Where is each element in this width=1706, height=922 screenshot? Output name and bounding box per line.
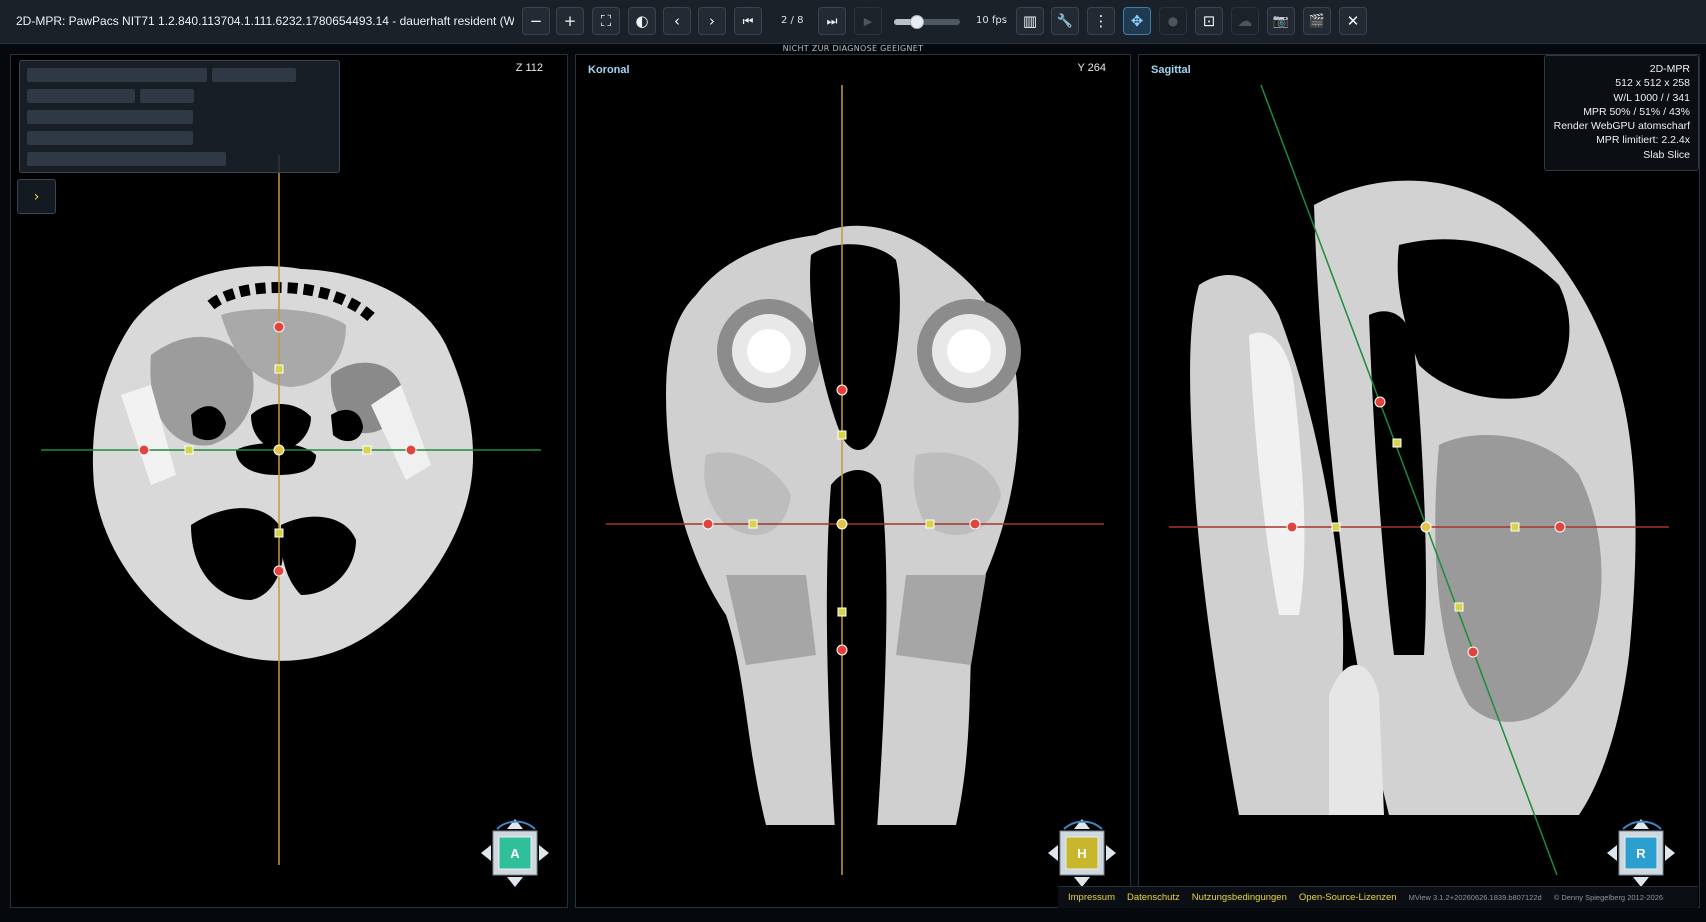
overlay-window-level: W/L 1000 / / 341	[1613, 91, 1690, 104]
orientation-cube-axial[interactable]: A	[477, 815, 553, 891]
toolbar: 2D-MPR: PawPacs NIT71 1.2.840.113704.1.1…	[0, 0, 1706, 44]
play-icon: ▶	[863, 14, 873, 28]
loading-skeleton	[27, 89, 135, 103]
orientation-arrow-up	[1074, 819, 1090, 829]
orientation-arrow-left	[1607, 845, 1617, 861]
viewport-coronal[interactable]: Koronal Y 264 H	[575, 54, 1131, 908]
chevron-left-icon: ‹	[674, 12, 680, 30]
orientation-arrow-up	[507, 819, 523, 829]
viewport-sagittal[interactable]: Sagittal 2D-MPR 512 x 512 x 258 W/L 1000…	[1138, 54, 1700, 908]
version-label: MView 3.1.2+20260626.1839.b807122d	[1408, 893, 1542, 902]
overlay-mpr-limit: MPR limitiert: 2.2.4x	[1596, 134, 1690, 147]
licenses-link[interactable]: Open-Source-Lizenzen	[1299, 892, 1397, 903]
overlay-mpr-percent: MPR 50% / 51% / 43%	[1583, 105, 1690, 118]
contrast-icon: ◐	[635, 12, 649, 30]
viewport-label: Koronal	[588, 64, 630, 76]
video-export-button[interactable]: 🎬	[1303, 7, 1331, 35]
orientation-letter: R	[1636, 846, 1646, 861]
diagnosis-disclaimer: NICHT ZUR DIAGNOSE GEEIGNET	[782, 44, 924, 53]
screenshot-button[interactable]: 📷	[1267, 7, 1295, 35]
skip-first-icon: ⏮	[742, 13, 754, 28]
colormap-button[interactable]: ●	[1159, 7, 1187, 35]
move-icon: ✥	[1130, 12, 1144, 30]
orientation-cube-sagittal[interactable]: R	[1603, 815, 1679, 891]
orientation-arrow-up	[1633, 819, 1649, 829]
wrench-icon: 🔧	[1056, 13, 1074, 29]
nutzungsbedingungen-link[interactable]: Nutzungsbedingungen	[1192, 892, 1287, 903]
render-info-overlay: 2D-MPR 512 x 512 x 258 W/L 1000 / / 341 …	[1544, 55, 1699, 171]
more-button[interactable]: ⋮	[1087, 7, 1115, 35]
overlay-dimensions: 512 x 512 x 258	[1615, 77, 1690, 90]
slice-coordinate: Y 264	[1077, 62, 1106, 74]
next-frame-button[interactable]: ›	[698, 7, 726, 35]
fit-view-button[interactable]: ⛶	[592, 7, 620, 35]
overlay-mode: 2D-MPR	[1649, 63, 1690, 75]
zoom-out-button[interactable]: −	[522, 7, 550, 35]
fit-screen-icon: ⛶	[600, 12, 612, 30]
window-title: 2D-MPR: PawPacs NIT71 1.2.840.113704.1.1…	[16, 14, 514, 28]
viewport-label: Sagittal	[1151, 64, 1191, 76]
overlay-render: Render WebGPU atomscharf	[1553, 120, 1690, 133]
cloud-button[interactable]: ☁	[1231, 7, 1259, 35]
camera-icon: 📷	[1272, 13, 1290, 29]
viewport-axial[interactable]: Z 112 › A	[10, 54, 568, 908]
loading-skeleton	[27, 68, 207, 82]
study-info-panel	[19, 60, 340, 173]
close-button[interactable]: ✕	[1339, 7, 1367, 35]
speed-slider[interactable]	[894, 15, 960, 29]
cloud-icon: ☁	[1237, 12, 1253, 30]
play-button[interactable]: ▶	[854, 7, 882, 35]
last-frame-button[interactable]: ⏭	[818, 7, 846, 35]
coronal-image	[606, 85, 1104, 875]
copyright-label: © Denny Spiegelberg 2012-2026	[1553, 893, 1664, 902]
slice-coordinate: Z 112	[515, 62, 543, 74]
loading-skeleton	[140, 89, 194, 103]
orientation-arrow-right	[1665, 845, 1675, 861]
speed-slider-thumb[interactable]	[910, 15, 925, 29]
axial-image	[41, 155, 541, 865]
palette-icon: ●	[1167, 14, 1179, 28]
loading-skeleton	[212, 68, 296, 82]
clapperboard-icon: 🎬	[1308, 13, 1326, 29]
sagittal-image	[1169, 84, 1669, 876]
orientation-arrow-right	[1106, 845, 1116, 861]
more-vertical-icon: ⋮	[1093, 12, 1109, 30]
fps-label: 10 fps	[976, 15, 1007, 26]
region-capture-button[interactable]: ⊡	[1195, 7, 1223, 35]
orientation-letter: A	[510, 846, 520, 861]
footer: Impressum Datenschutz Nutzungsbedingunge…	[1058, 886, 1698, 908]
orientation-letter: H	[1077, 846, 1086, 861]
columns-icon: ▥	[1022, 12, 1038, 30]
orientation-arrow-right	[539, 845, 549, 861]
pan-button[interactable]: ✥	[1123, 7, 1151, 35]
loading-skeleton	[27, 152, 226, 166]
orientation-cube-coronal[interactable]: H	[1044, 815, 1120, 891]
orientation-arrow-down	[507, 877, 523, 887]
zoom-in-button[interactable]: +	[556, 7, 584, 35]
minus-icon: −	[529, 12, 543, 30]
frame-counter: 2 / 8	[781, 15, 804, 26]
chevron-right-icon: ›	[709, 12, 715, 30]
impressum-link[interactable]: Impressum	[1068, 892, 1115, 903]
chevron-right-icon: ›	[33, 188, 40, 205]
overlay-slab: Slab Slice	[1643, 148, 1690, 161]
datenschutz-link[interactable]: Datenschutz	[1127, 892, 1180, 903]
loading-skeleton	[27, 110, 193, 124]
capture-region-icon: ⊡	[1202, 12, 1216, 30]
loading-skeleton	[27, 131, 193, 145]
skip-last-icon: ⏭	[826, 13, 838, 28]
layout-button[interactable]: ▥	[1016, 7, 1044, 35]
tools-button[interactable]: 🔧	[1051, 7, 1079, 35]
first-frame-button[interactable]: ⏮	[734, 7, 762, 35]
close-icon: ✕	[1346, 12, 1360, 30]
expand-panel-button[interactable]: ›	[17, 179, 56, 214]
window-level-button[interactable]: ◐	[628, 7, 656, 35]
orientation-arrow-left	[1048, 845, 1058, 861]
plus-icon: +	[563, 12, 577, 30]
orientation-arrow-left	[481, 845, 491, 861]
previous-frame-button[interactable]: ‹	[663, 7, 691, 35]
